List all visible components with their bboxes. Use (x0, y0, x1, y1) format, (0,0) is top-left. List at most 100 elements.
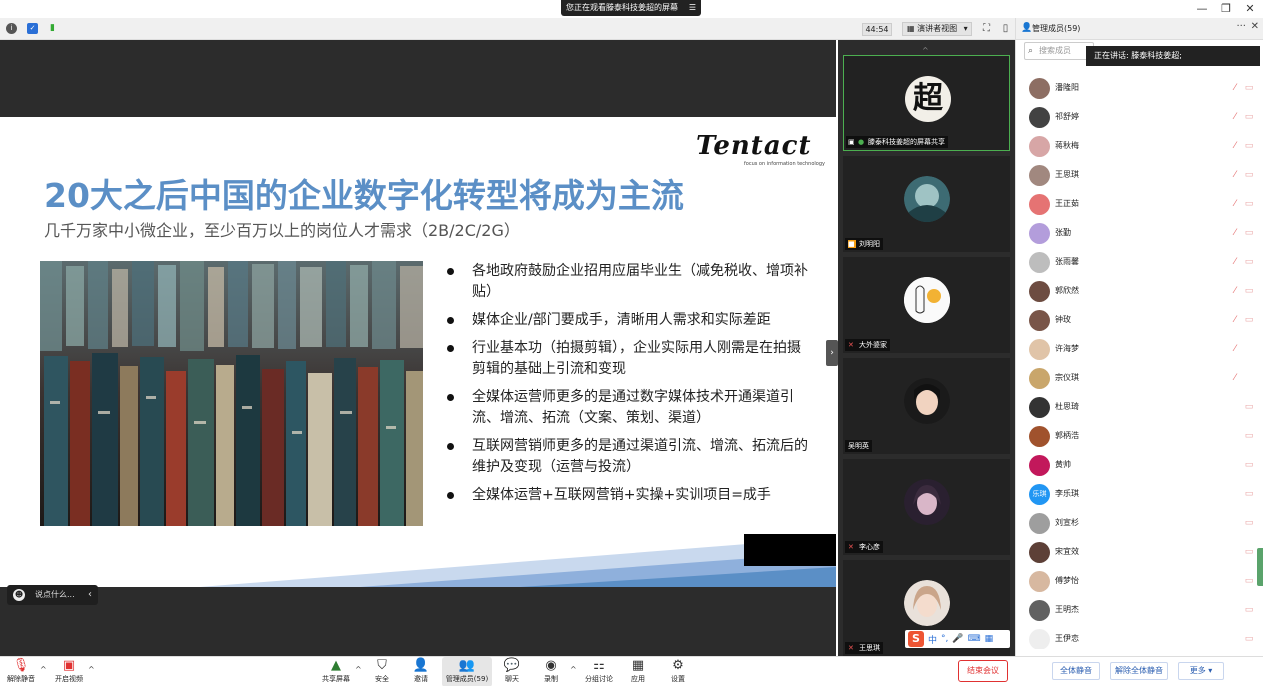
video-tile[interactable]: ✕ 李心彦 (843, 459, 1010, 555)
member-row[interactable]: 王思琪 ⁄ ▭ (1016, 161, 1263, 190)
video-tile[interactable]: ✕ 大外婆家 (843, 257, 1010, 353)
restore-icon[interactable]: ❐ (1219, 2, 1233, 16)
strip-collapse-handle[interactable]: › (826, 340, 838, 366)
breakout-rooms-button[interactable]: ⚏ 分组讨论 (583, 657, 615, 686)
microphone-muted-icon[interactable]: ⁄ (1229, 372, 1241, 384)
member-row[interactable]: 宋宜效 ▭ (1016, 538, 1263, 567)
info-icon[interactable]: i (6, 23, 17, 34)
member-row[interactable]: 王明杰 ▭ (1016, 596, 1263, 625)
camera-off-icon[interactable]: ▭ (1243, 256, 1255, 268)
member-row[interactable]: 许海梦 ⁄ (1016, 335, 1263, 364)
camera-off-icon[interactable]: ▭ (1243, 285, 1255, 297)
close-icon[interactable]: ✕ (1243, 2, 1257, 16)
chat-input-pill[interactable]: ☻ 说点什么... ‹ (7, 585, 98, 605)
ime-chinese-mode[interactable]: 中 (928, 633, 937, 646)
chevron-up-icon[interactable]: ^ (355, 665, 362, 674)
unmute-button[interactable]: 🎙 解除静音 (4, 657, 38, 686)
member-row[interactable]: 傅梦怡 ▭ (1016, 567, 1263, 596)
member-row[interactable]: 郭柄浩 ▭ (1016, 422, 1263, 451)
chevron-up-icon[interactable]: ^ (88, 665, 95, 674)
search-input[interactable]: ⌕ 搜索成员 (1024, 42, 1094, 60)
member-row[interactable]: 钟玫 ⁄ ▭ (1016, 306, 1263, 335)
chat-button[interactable]: 💬 聊天 (498, 657, 526, 686)
minimize-icon[interactable]: — (1195, 2, 1209, 16)
layout-icon[interactable]: ▯ (999, 22, 1012, 35)
end-meeting-button[interactable]: 结束会议 (958, 660, 1008, 682)
microphone-muted-icon[interactable]: ⁄ (1229, 111, 1241, 123)
menu-icon[interactable]: ☰ (689, 0, 696, 16)
microphone-muted-icon[interactable]: ⁄ (1229, 343, 1241, 355)
camera-off-icon[interactable]: ▭ (1243, 517, 1255, 529)
video-tile[interactable]: 吴明英 (843, 358, 1010, 454)
microphone-muted-icon[interactable]: ⁄ (1229, 82, 1241, 94)
chevron-up-icon[interactable]: ^ (40, 665, 47, 674)
member-row[interactable]: 黄帅 ▭ (1016, 451, 1263, 480)
share-banner[interactable]: 您正在观看滕泰科技姜超的屏幕 ☰ (561, 0, 701, 16)
view-mode-select[interactable]: ▦ 演讲者视图 ▾ (902, 22, 972, 36)
ime-punctuation[interactable]: °, (941, 634, 948, 644)
member-row[interactable]: 王伊恋 ▭ (1016, 625, 1263, 649)
camera-off-icon[interactable]: ▭ (1243, 198, 1255, 210)
camera-off-icon[interactable]: ▭ (1243, 430, 1255, 442)
security-button[interactable]: ⛉ 安全 (368, 657, 396, 686)
manage-members-button[interactable]: 👥 管理成员(59) (442, 657, 492, 686)
microphone-muted-icon[interactable]: ⁄ (1229, 140, 1241, 152)
ime-toolbox-icon[interactable]: ▦ (985, 634, 994, 644)
ime-toolbar[interactable]: S 中 °, 🎤 ⌨ ▦ (905, 630, 1010, 648)
ime-voice-icon[interactable]: 🎤 (952, 634, 963, 644)
invite-button[interactable]: 👤 邀请 (407, 657, 435, 686)
collapse-icon[interactable]: ‹ (88, 585, 92, 605)
more-button[interactable]: 更多 ▾ (1178, 662, 1224, 680)
apps-button[interactable]: ▦ 应用 (624, 657, 652, 686)
member-row[interactable]: 潘隆阳 ⁄ ▭ (1016, 74, 1263, 103)
unmute-all-button[interactable]: 解除全体静音 (1110, 662, 1168, 680)
member-row[interactable]: 王正茹 ⁄ ▭ (1016, 190, 1263, 219)
more-icon[interactable]: ··· (1236, 21, 1246, 32)
member-row[interactable]: 乐琪 李乐琪 ▭ (1016, 480, 1263, 509)
camera-off-icon[interactable]: ▭ (1243, 82, 1255, 94)
member-row[interactable]: 蒋秋梅 ⁄ ▭ (1016, 132, 1263, 161)
member-row[interactable]: 祁舒婷 ⁄ ▭ (1016, 103, 1263, 132)
signal-icon[interactable]: ▮ (47, 23, 58, 34)
member-row[interactable]: 刘宣杉 ▭ (1016, 509, 1263, 538)
chevron-up-icon[interactable]: ^ (922, 46, 929, 55)
member-row[interactable]: 杜思琦 ▭ (1016, 393, 1263, 422)
camera-off-icon[interactable]: ▭ (1243, 111, 1255, 123)
microphone-muted-icon[interactable]: ⁄ (1229, 227, 1241, 239)
microphone-muted-icon[interactable]: ⁄ (1229, 314, 1241, 326)
camera-off-icon[interactable]: ▭ (1243, 227, 1255, 239)
shield-icon[interactable]: ✓ (27, 23, 38, 34)
start-video-button[interactable]: ▣ 开启视频 (52, 657, 86, 686)
ime-keyboard-icon[interactable]: ⌨ (968, 634, 981, 644)
share-screen-button[interactable]: ▲ 共享屏幕 (319, 657, 353, 686)
camera-off-icon[interactable]: ▭ (1243, 169, 1255, 181)
microphone-muted-icon[interactable]: ⁄ (1229, 256, 1241, 268)
sogou-ime-icon[interactable]: S (908, 631, 924, 647)
camera-off-icon[interactable]: ▭ (1243, 140, 1255, 152)
member-row[interactable]: 宗仪琪 ⁄ (1016, 364, 1263, 393)
camera-off-icon[interactable]: ▭ (1243, 633, 1255, 645)
emoji-icon[interactable]: ☻ (13, 589, 25, 601)
microphone-muted-icon[interactable]: ⁄ (1229, 198, 1241, 210)
microphone-muted-icon[interactable]: ⁄ (1229, 169, 1241, 181)
microphone-muted-icon[interactable]: ⁄ (1229, 285, 1241, 297)
settings-button[interactable]: ⚙ 设置 (664, 657, 692, 686)
video-tile[interactable]: 超 ▣ ● 滕泰科技姜超的屏幕共享 (843, 55, 1010, 151)
record-button[interactable]: ◉ 录制 (537, 657, 565, 686)
camera-off-icon[interactable]: ▭ (1243, 314, 1255, 326)
camera-off-icon[interactable]: ▭ (1243, 401, 1255, 413)
mute-all-button[interactable]: 全体静音 (1052, 662, 1100, 680)
camera-off-icon[interactable]: ▭ (1243, 604, 1255, 616)
video-tile[interactable]: ■ 刘明阳 (843, 156, 1010, 252)
close-icon[interactable]: ✕ (1251, 21, 1259, 32)
member-row[interactable]: 张勤 ⁄ ▭ (1016, 219, 1263, 248)
member-row[interactable]: 郭欣然 ⁄ ▭ (1016, 277, 1263, 306)
camera-off-icon[interactable]: ▭ (1243, 575, 1255, 587)
member-row[interactable]: 张雨馨 ⁄ ▭ (1016, 248, 1263, 277)
fullscreen-icon[interactable]: ⛶ (980, 22, 993, 35)
camera-off-icon[interactable]: ▭ (1243, 546, 1255, 558)
camera-off-icon[interactable]: ▭ (1243, 488, 1255, 500)
camera-off-icon[interactable]: ▭ (1243, 459, 1255, 471)
side-tab-handle[interactable] (1257, 548, 1263, 586)
chevron-up-icon[interactable]: ^ (570, 665, 577, 674)
